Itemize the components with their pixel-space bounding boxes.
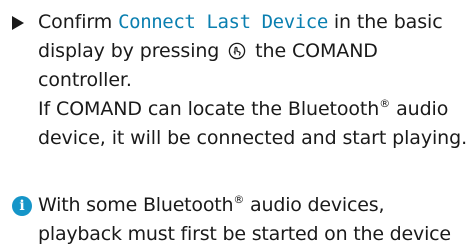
registered-mark: ® (379, 97, 391, 110)
step-text: Confirm Connect Last Device in the basic… (38, 8, 468, 153)
note-text: With some Bluetooth® audio devices, play… (38, 191, 470, 249)
info-icon: i (12, 196, 32, 216)
step-arrow-icon (12, 16, 24, 30)
instruction-step: Confirm Connect Last Device in the basic… (12, 8, 468, 153)
result-text-a: If COMAND can locate the Bluetooth (38, 98, 380, 120)
info-note: i With some Bluetooth® audio devices, pl… (12, 191, 470, 249)
note-registered-mark: ® (233, 193, 245, 206)
menu-item-connect-last-device: Connect Last Device (118, 11, 328, 33)
note-text-a: With some Bluetooth (38, 194, 234, 216)
step-prefix: Confirm (38, 11, 119, 33)
manual-page: Confirm Connect Last Device in the basic… (0, 0, 472, 250)
controller-press-icon (228, 40, 246, 60)
